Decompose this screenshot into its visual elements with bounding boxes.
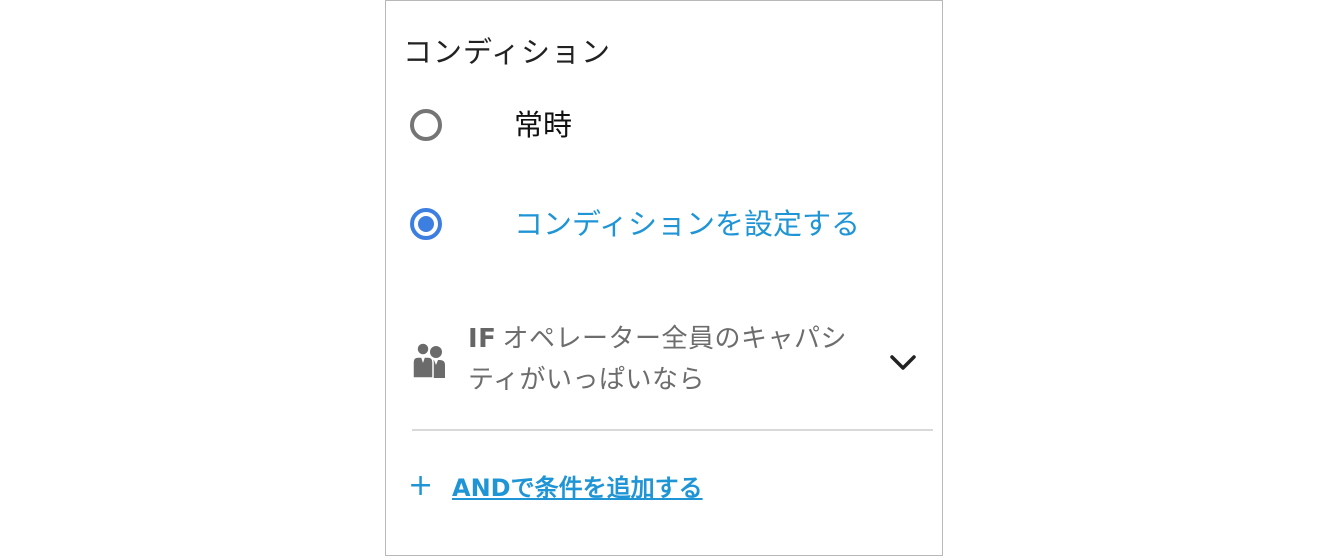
radio-button-unselected[interactable] <box>410 109 442 141</box>
radio-label-set-condition: コンディションを設定する <box>514 207 860 241</box>
condition-panel: コンディション 常時 コンディションを設定する IF オペレーター全員のキャパシテ… <box>385 0 943 556</box>
radio-selected-dot <box>418 216 434 232</box>
add-and-condition-link[interactable]: ANDで条件を追加する <box>452 471 703 505</box>
condition-text: オペレーター全員のキャパシティがいっぱいなら <box>468 324 847 395</box>
condition-if-prefix: IF <box>468 324 497 354</box>
radio-button-selected[interactable] <box>410 208 442 240</box>
operators-icon <box>412 342 445 379</box>
radio-label-always: 常時 <box>514 108 573 142</box>
section-title: コンディション <box>403 35 611 69</box>
divider <box>412 429 933 431</box>
condition-item[interactable]: IF オペレーター全員のキャパシティがいっぱいなら <box>412 319 932 409</box>
plus-icon: + <box>408 468 434 503</box>
condition-description: IF オペレーター全員のキャパシティがいっぱいなら <box>468 319 868 401</box>
chevron-down-icon[interactable] <box>888 353 918 373</box>
add-and-condition-button[interactable]: + ANDで条件を追加する <box>408 469 728 505</box>
radio-option-always[interactable]: 常時 <box>410 105 930 145</box>
radio-option-set-condition[interactable]: コンディションを設定する <box>410 204 930 244</box>
